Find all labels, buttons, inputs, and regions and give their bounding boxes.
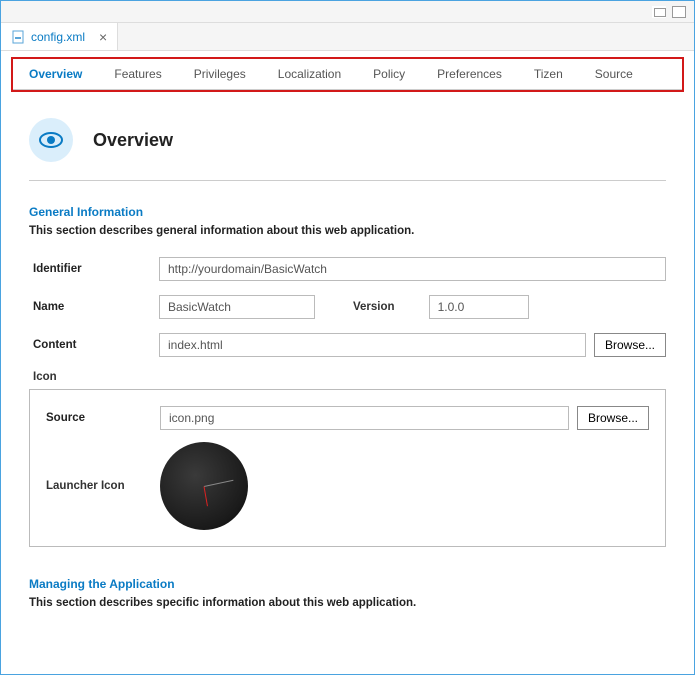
- icon-group-label: Icon: [29, 371, 666, 383]
- icon-panel: Source Browse... Launcher Icon: [29, 389, 666, 547]
- identifier-input[interactable]: [159, 257, 666, 281]
- editor-tabs-highlight: OverviewFeaturesPrivilegesLocalizationPo…: [11, 57, 684, 92]
- content-scroll-area[interactable]: Overview General Information This sectio…: [1, 92, 694, 675]
- page-title: Overview: [93, 130, 173, 151]
- version-label: Version: [315, 301, 429, 313]
- managing-app-section: Managing the Application This section de…: [29, 577, 666, 609]
- version-input[interactable]: [429, 295, 529, 319]
- general-section-title: General Information: [29, 205, 666, 219]
- xml-file-icon: [11, 30, 25, 44]
- page-header: Overview: [29, 108, 666, 181]
- tab-features[interactable]: Features: [98, 59, 177, 89]
- tab-tizen[interactable]: Tizen: [518, 59, 579, 89]
- launcher-icon-preview: [160, 442, 248, 530]
- tab-source[interactable]: Source: [579, 59, 649, 89]
- content-label: Content: [29, 339, 159, 351]
- name-input[interactable]: [159, 295, 315, 319]
- window-title-bar: [1, 1, 694, 23]
- managing-section-desc: This section describes specific informat…: [29, 597, 666, 609]
- overview-icon: [29, 118, 73, 162]
- icon-source-input[interactable]: [160, 406, 569, 430]
- tab-preferences[interactable]: Preferences: [421, 59, 518, 89]
- identifier-label: Identifier: [29, 263, 159, 275]
- close-tab-icon[interactable]: ×: [99, 29, 107, 45]
- general-info-section: General Information This section describ…: [29, 205, 666, 547]
- icon-group: Icon Source Browse... Launcher Icon: [29, 371, 666, 547]
- launcher-icon-label: Launcher Icon: [46, 480, 160, 492]
- content-input[interactable]: [159, 333, 586, 357]
- editor-tabs: OverviewFeaturesPrivilegesLocalizationPo…: [13, 59, 682, 90]
- general-section-desc: This section describes general informati…: [29, 225, 666, 237]
- tab-policy[interactable]: Policy: [357, 59, 421, 89]
- file-tab-label: config.xml: [31, 30, 85, 44]
- tab-overview[interactable]: Overview: [13, 59, 98, 89]
- maximize-button[interactable]: [672, 6, 686, 18]
- file-tab-bar: config.xml ×: [1, 23, 694, 51]
- name-label: Name: [29, 301, 159, 313]
- tab-localization[interactable]: Localization: [262, 59, 357, 89]
- icon-browse-button[interactable]: Browse...: [577, 406, 649, 430]
- file-tab-config[interactable]: config.xml ×: [1, 23, 118, 50]
- managing-section-title: Managing the Application: [29, 577, 666, 591]
- icon-source-label: Source: [46, 412, 160, 424]
- minimize-button[interactable]: [652, 6, 666, 18]
- content-browse-button[interactable]: Browse...: [594, 333, 666, 357]
- tab-privileges[interactable]: Privileges: [178, 59, 262, 89]
